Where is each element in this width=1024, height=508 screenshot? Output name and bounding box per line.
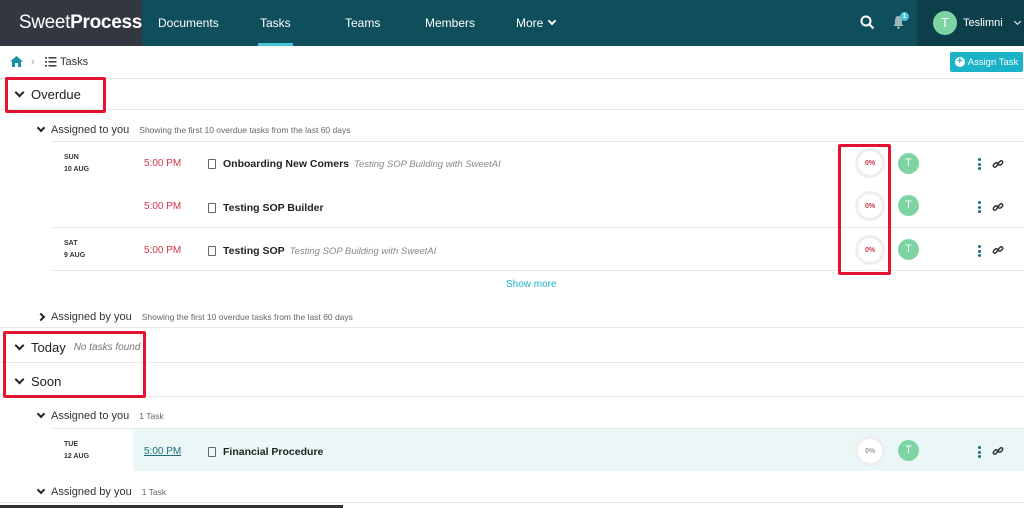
empty-message: No tasks found (73, 342, 141, 353)
subsection-title: Assigned by you (51, 310, 132, 323)
user-menu[interactable]: T Teslimni (917, 0, 1024, 46)
section-title: Soon (31, 374, 62, 389)
subsection-title: Assigned to you (51, 410, 130, 422)
link-icon[interactable] (992, 445, 1004, 457)
chevron-down-icon (14, 340, 25, 351)
task-name[interactable]: Testing SOP Builder (223, 202, 324, 214)
divider (52, 270, 1024, 271)
chevron-down-icon (1013, 17, 1021, 26)
breadcrumb: › Tasks (0, 46, 1024, 79)
nav-documents[interactable]: Documents (158, 0, 219, 46)
table-row[interactable]: TUE 12 AUG 5:00 PM Financial Procedure 0%… (52, 428, 1024, 471)
chevron-down-icon (548, 16, 557, 26)
list-icon[interactable] (45, 56, 57, 67)
document-icon (208, 203, 216, 213)
task-description: Testing SOP Building with SweetAI (289, 246, 437, 257)
breadcrumb-current: Tasks (60, 56, 89, 68)
breadcrumb-separator: › (31, 56, 35, 68)
chevron-down-icon (14, 374, 25, 385)
task-name[interactable]: Testing SOP Testing SOP Building with Swe… (223, 245, 436, 257)
subsection-note: Showing the first 10 overdue tasks from … (139, 125, 351, 135)
link-icon[interactable] (992, 244, 1004, 256)
subsection-note: Showing the first 10 overdue tasks from … (141, 311, 353, 322)
section-title: Today (31, 340, 66, 355)
task-time[interactable]: 5:00 PM (144, 446, 181, 457)
soon-assigned-by-you-header[interactable]: Assigned by you 1 Task (0, 481, 1024, 503)
progress-ring: 0% (855, 235, 885, 265)
nav-members[interactable]: Members (425, 0, 475, 46)
progress-ring: 0% (855, 436, 885, 466)
section-title: Overdue (31, 87, 81, 102)
avatar[interactable]: T (898, 239, 919, 260)
assign-task-button[interactable]: + Assign Task (950, 52, 1023, 72)
more-options-icon[interactable] (978, 245, 982, 257)
chevron-right-icon (36, 312, 46, 321)
soon-header[interactable]: Soon (0, 367, 1024, 397)
task-time[interactable]: 5:00 PM (144, 245, 181, 256)
nav-teams[interactable]: Teams (345, 0, 380, 46)
task-date: SUN 10 AUG (64, 154, 90, 173)
brand-name: SweetProcess (18, 12, 142, 33)
notifications-button[interactable]: 1 (892, 12, 909, 29)
table-row[interactable]: 5:00 PM Testing SOP Builder 0% T (52, 184, 1024, 227)
avatar[interactable]: T (898, 195, 919, 216)
link-icon[interactable] (992, 201, 1004, 213)
task-time[interactable]: 5:00 PM (144, 201, 181, 212)
home-icon[interactable] (10, 56, 23, 67)
subsection-title: Assigned by you (51, 485, 132, 498)
nav-more[interactable]: More (516, 0, 557, 46)
subsection-note: 1 Task (141, 486, 167, 497)
search-icon[interactable] (860, 15, 875, 30)
avatar[interactable]: T (898, 153, 919, 174)
task-date: TUE 12 AUG (64, 441, 90, 460)
document-icon (208, 246, 216, 256)
soon-assigned-to-you-header[interactable]: Assigned to you 1 Task (0, 406, 1024, 426)
more-options-icon[interactable] (978, 446, 982, 458)
sweetprocess-logo-icon (13, 22, 14, 24)
task-time[interactable]: 5:00 PM (144, 158, 181, 169)
nav-tasks[interactable]: Tasks (258, 0, 293, 46)
subsection-note: 1 Task (139, 411, 164, 421)
document-icon (208, 159, 216, 169)
chevron-down-icon (36, 123, 46, 133)
user-name: Teslimni (963, 17, 1003, 29)
chevron-down-icon (14, 87, 25, 98)
today-header[interactable]: Today No tasks found (0, 333, 1024, 363)
task-name[interactable]: Financial Procedure (223, 446, 323, 458)
notification-badge: 1 (900, 12, 909, 21)
task-name[interactable]: Onboarding New Comers Testing SOP Buildin… (223, 158, 501, 170)
progress-ring: 0% (855, 148, 885, 178)
chevron-down-icon (36, 409, 46, 419)
more-options-icon[interactable] (978, 158, 982, 170)
link-icon[interactable] (992, 158, 1004, 170)
overdue-header[interactable]: Overdue (0, 80, 1024, 110)
progress-ring: 0% (855, 191, 885, 221)
chevron-down-icon (36, 485, 46, 494)
task-date: SAT 9 AUG (64, 240, 86, 259)
subsection-title: Assigned to you (51, 124, 130, 136)
show-more-link[interactable]: Show more (506, 279, 557, 290)
table-row[interactable]: SAT 9 AUG 5:00 PM Testing SOP Testing SOP … (52, 227, 1024, 270)
overdue-assigned-to-you-header[interactable]: Assigned to you Showing the first 10 ove… (0, 120, 1024, 140)
avatar[interactable]: T (898, 440, 919, 461)
overdue-assigned-by-you-header[interactable]: Assigned by you Showing the first 10 ove… (0, 306, 1024, 328)
avatar: T (933, 11, 957, 35)
nav-more-label: More (516, 16, 544, 30)
more-options-icon[interactable] (978, 201, 982, 213)
task-description: Testing SOP Building with SweetAI (354, 159, 501, 170)
table-row[interactable]: SUN 10 AUG 5:00 PM Onboarding New Comers T… (52, 141, 1024, 184)
plus-icon: + (954, 57, 965, 67)
document-icon (208, 447, 216, 457)
brand-logo[interactable]: SweetProcess (0, 0, 142, 46)
assign-task-label: Assign Task (967, 56, 1019, 68)
